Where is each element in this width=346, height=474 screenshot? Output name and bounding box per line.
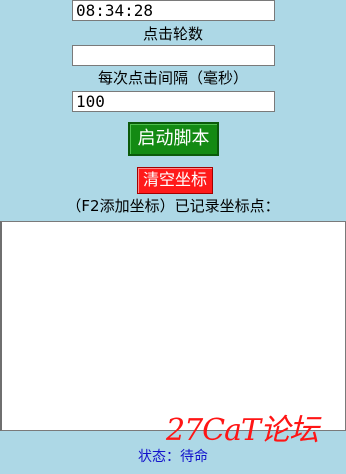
clicks-label: 点击轮数 [142,25,203,43]
start-script-button[interactable]: 启动脚本 [128,122,219,156]
click-interval-input[interactable] [72,91,275,112]
coordinates-list[interactable] [0,221,346,431]
clear-coordinates-button[interactable]: 清空坐标 [137,167,213,194]
click-rounds-input[interactable] [72,45,275,66]
status-text: 状态：待命 [138,449,208,465]
interval-label: 每次点击间隔（毫秒） [97,69,248,87]
recorded-coordinates-label: （F2添加坐标）已记录坐标点： [66,197,280,215]
time-field[interactable] [72,0,275,21]
